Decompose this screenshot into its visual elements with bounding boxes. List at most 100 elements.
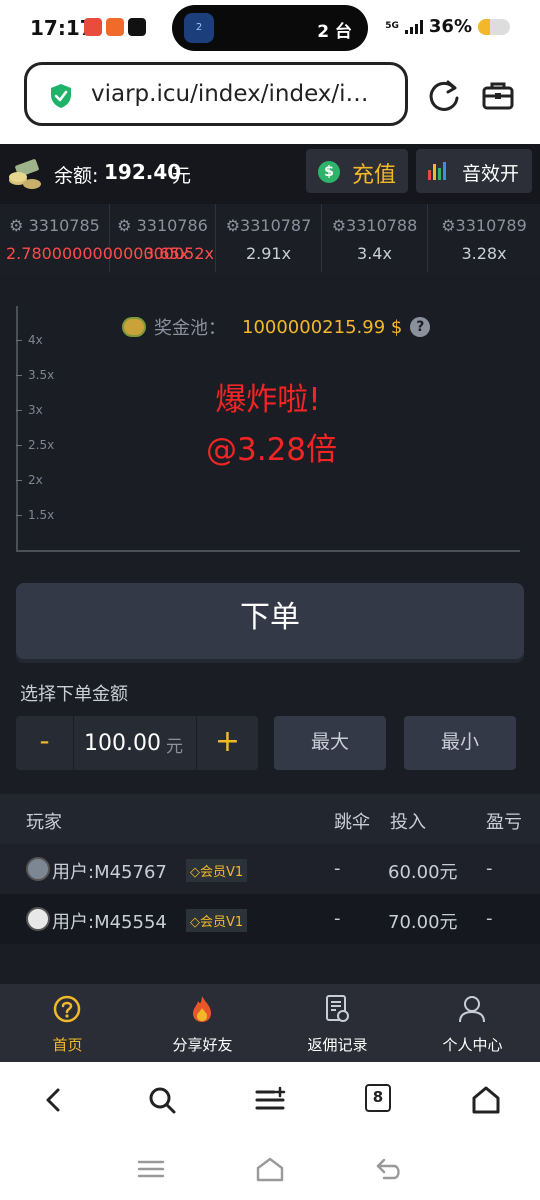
- search-icon[interactable]: [146, 1084, 178, 1116]
- menu-icon[interactable]: [254, 1084, 286, 1116]
- amount-label: 选择下单金额: [20, 684, 128, 705]
- balance-label: 余额:: [54, 165, 99, 187]
- table-row: 用户:M45767 ◇会员V1 - 60.00元 -: [0, 844, 540, 894]
- round-multiplier: 3.65x: [144, 244, 190, 263]
- balance-value: 192.40: [104, 160, 182, 184]
- network-type: 5G: [385, 21, 399, 31]
- crash-title: 爆炸啦!: [215, 382, 321, 418]
- help-circle-icon: [53, 995, 81, 1023]
- avatar: [26, 907, 50, 931]
- notification-icons: [84, 18, 146, 36]
- round-id: ⚙︎ 3310786: [117, 216, 208, 235]
- column-header-bet: 投入: [390, 812, 426, 833]
- place-order-button[interactable]: 下单: [16, 583, 524, 659]
- round-history: ⚙︎ 3310785 2.780000000000000052x ⚙︎ 3310…: [0, 204, 540, 276]
- y-tick: [16, 445, 22, 446]
- round-id: ⚙︎3310788: [331, 216, 418, 235]
- bet-value: 70.00元: [388, 912, 458, 933]
- history-item[interactable]: ⚙︎3310789 3.28x: [428, 204, 540, 272]
- toolbox-icon[interactable]: [480, 78, 516, 114]
- avatar: [26, 857, 50, 881]
- battery-icon: [478, 18, 510, 35]
- column-header-profit: 盈亏: [486, 812, 522, 833]
- x-axis: [16, 550, 520, 552]
- nav-item-commission[interactable]: 返佣记录: [270, 984, 405, 1062]
- home-icon[interactable]: [470, 1084, 502, 1116]
- treasure-icon: [122, 317, 146, 337]
- balance-unit: 元: [172, 165, 192, 187]
- player-name: 用户:M45554: [52, 912, 167, 933]
- round-id: ⚙︎ 3310785: [9, 216, 100, 235]
- profit-value: -: [486, 858, 493, 879]
- status-bar: 17:17 2 2 台 5G 36%: [0, 0, 540, 58]
- y-tick-label: 2.5x: [28, 438, 55, 452]
- back-icon[interactable]: [38, 1084, 70, 1116]
- nav-label: 返佣记录: [307, 1036, 368, 1054]
- amount-stepper: - 元 +: [16, 716, 258, 770]
- player-name: 用户:M45767: [52, 862, 167, 883]
- round-multiplier: 3.4x: [357, 244, 392, 263]
- profit-value: -: [486, 908, 493, 929]
- decrease-button[interactable]: -: [16, 716, 74, 770]
- flame-icon: [193, 996, 211, 1022]
- history-item[interactable]: ⚙︎ 3310785 2.780000000000000052x: [0, 204, 214, 272]
- address-bar[interactable]: viarp.icu/index/index/i…: [24, 62, 408, 126]
- nav-label: 首页: [52, 1036, 83, 1054]
- reload-icon[interactable]: [426, 78, 462, 114]
- sound-toggle-button[interactable]: 音效开: [416, 149, 532, 193]
- user-icon: [459, 996, 485, 1023]
- money-stack-icon: [9, 159, 41, 189]
- system-back-icon[interactable]: [374, 1156, 404, 1182]
- system-nav-bar: [0, 1142, 540, 1200]
- min-amount-button[interactable]: 最小: [404, 716, 516, 770]
- equalizer-icon: [428, 162, 448, 180]
- url-text: viarp.icu/index/index/i…: [91, 81, 369, 107]
- system-home-icon[interactable]: [255, 1156, 285, 1182]
- dollar-coin-icon: $: [318, 161, 340, 183]
- signal-icon: [404, 19, 423, 34]
- island-text: 2 台: [317, 22, 352, 42]
- round-id: ⚙︎3310789: [441, 216, 527, 235]
- nav-label: 分享好友: [172, 1036, 233, 1054]
- y-tick: [16, 340, 22, 341]
- history-item[interactable]: ⚙︎3310787 2.91x: [216, 204, 322, 272]
- y-tick-label: 2x: [28, 473, 43, 487]
- nav-label: 个人中心: [442, 1036, 503, 1054]
- prize-pool-label: 奖金池：: [154, 318, 226, 339]
- help-icon[interactable]: ?: [410, 317, 431, 337]
- y-tick: [16, 515, 22, 516]
- y-tick-label: 1.5x: [28, 508, 55, 522]
- bet-value: 60.00元: [388, 862, 458, 883]
- y-tick: [16, 480, 22, 481]
- prize-pool-value: 1000000215.99 $: [242, 316, 403, 338]
- nav-item-share[interactable]: 分享好友: [135, 984, 270, 1062]
- shield-check-icon: [51, 84, 71, 108]
- sound-label: 音效开: [462, 163, 520, 185]
- history-item[interactable]: ⚙︎3310788 3.4x: [322, 204, 428, 272]
- vip-badge: ◇会员V1: [186, 859, 248, 882]
- table-row: 用户:M45554 ◇会员V1 - 70.00元 -: [0, 894, 540, 944]
- app-notification-icon: [106, 18, 124, 36]
- y-tick-label: 4x: [28, 333, 43, 347]
- max-amount-button[interactable]: 最大: [274, 716, 386, 770]
- recents-icon[interactable]: [136, 1156, 166, 1182]
- jump-value: -: [334, 858, 341, 879]
- players-table-header: 玩家 跳伞 投入 盈亏: [0, 794, 540, 844]
- browser-bottom-bar: 8: [0, 1062, 540, 1142]
- round-multiplier: 2.780000000000000052x: [6, 244, 214, 263]
- nav-item-profile[interactable]: 个人中心: [405, 984, 540, 1062]
- increase-button[interactable]: +: [196, 716, 258, 770]
- recharge-label: 充值: [352, 163, 397, 188]
- nav-item-home[interactable]: 首页: [0, 984, 135, 1062]
- jump-value: -: [334, 908, 341, 929]
- crash-multiplier: @3.28倍: [206, 432, 338, 468]
- cast-icon: 2: [184, 13, 214, 43]
- history-item[interactable]: ⚙︎ 3310786 3.65x: [110, 204, 216, 272]
- tabs-button[interactable]: 8: [365, 1084, 391, 1112]
- browser-toolbar: viarp.icu/index/index/i…: [0, 58, 540, 144]
- app-notification-icon: [84, 18, 102, 36]
- prize-pool: 奖金池： 1000000215.99 $ ?: [122, 314, 431, 340]
- recharge-button[interactable]: $ 充值: [306, 149, 408, 193]
- dynamic-island[interactable]: 2 2 台: [172, 5, 368, 51]
- tiktok-icon: [128, 18, 146, 36]
